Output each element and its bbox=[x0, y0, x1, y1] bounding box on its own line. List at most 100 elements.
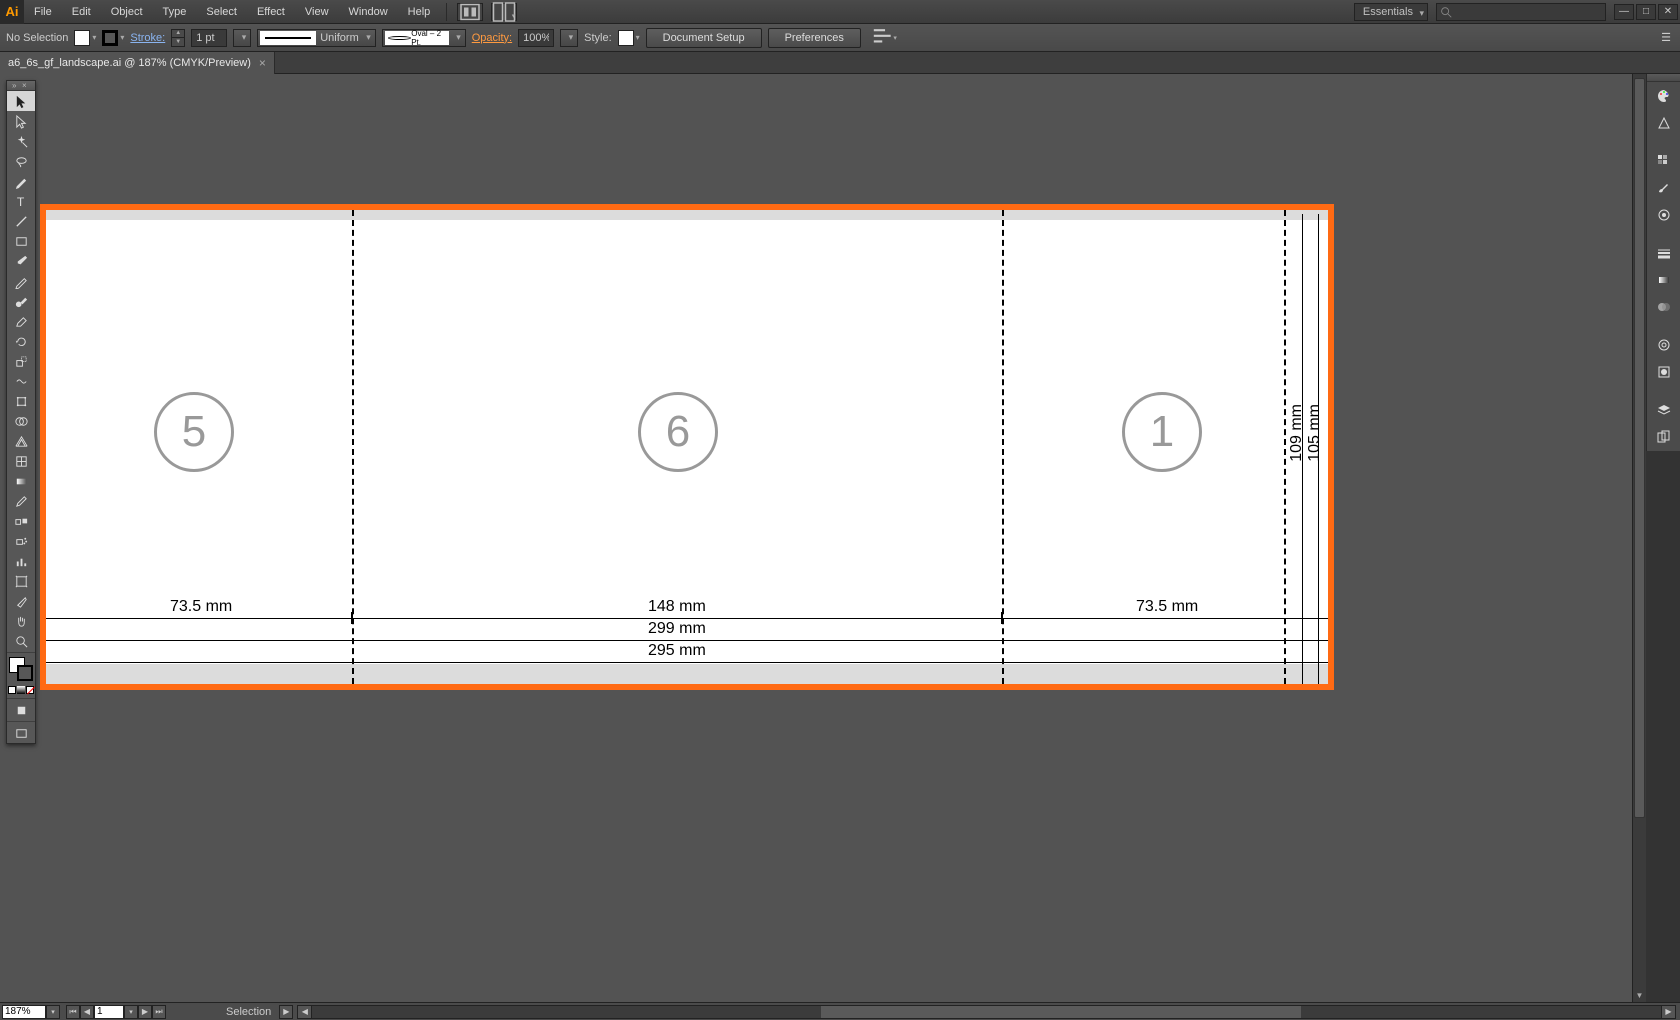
preferences-button[interactable]: Preferences bbox=[768, 28, 861, 48]
menu-effect[interactable]: Effect bbox=[247, 0, 295, 24]
stroke-spinner[interactable]: ▲▼ bbox=[171, 29, 185, 47]
menu-window[interactable]: Window bbox=[339, 0, 398, 24]
line-tool[interactable] bbox=[7, 211, 35, 231]
symbol-sprayer-tool[interactable] bbox=[7, 531, 35, 551]
rotate-tool[interactable] bbox=[7, 331, 35, 351]
menu-object[interactable]: Object bbox=[101, 0, 153, 24]
artboard-tool[interactable] bbox=[7, 571, 35, 591]
color-mode-icon[interactable] bbox=[7, 683, 16, 697]
align-icon[interactable]: ▾ bbox=[871, 29, 897, 47]
layers-panel-icon[interactable] bbox=[1648, 397, 1680, 423]
style-swatch[interactable] bbox=[618, 29, 640, 47]
control-menu-icon[interactable]: ☰ bbox=[1658, 30, 1674, 46]
menu-select[interactable]: Select bbox=[196, 0, 247, 24]
workspace-switcher[interactable]: Essentials bbox=[1354, 3, 1428, 21]
opacity-link[interactable]: Opacity: bbox=[472, 32, 512, 44]
gradient-tool[interactable] bbox=[7, 471, 35, 491]
scroll-down-icon[interactable]: ▼ bbox=[1633, 988, 1646, 1002]
lasso-tool[interactable] bbox=[7, 151, 35, 171]
tools-panel-grip[interactable]: »× bbox=[7, 81, 35, 91]
pencil-tool[interactable] bbox=[7, 271, 35, 291]
eyedropper-tool[interactable] bbox=[7, 491, 35, 511]
slice-tool[interactable] bbox=[7, 591, 35, 611]
opacity-dd[interactable] bbox=[560, 29, 578, 47]
search-input[interactable] bbox=[1436, 3, 1606, 21]
brush-dd[interactable]: Oval – 2 Pt. bbox=[382, 29, 466, 47]
fill-swatch[interactable] bbox=[74, 29, 96, 47]
menu-file[interactable]: File bbox=[24, 0, 62, 24]
stroke-indicator[interactable] bbox=[17, 665, 33, 681]
menu-help[interactable]: Help bbox=[398, 0, 441, 24]
status-menu-icon[interactable]: ▶ bbox=[279, 1005, 293, 1019]
scale-tool[interactable] bbox=[7, 351, 35, 371]
arrange-docs-icon[interactable]: ▾ bbox=[491, 3, 517, 21]
window-maximize-icon[interactable]: □ bbox=[1636, 4, 1656, 20]
paintbrush-tool[interactable] bbox=[7, 251, 35, 271]
none-mode-icon[interactable] bbox=[26, 683, 35, 697]
dock-grip[interactable] bbox=[1647, 74, 1680, 82]
blend-tool[interactable] bbox=[7, 511, 35, 531]
document-setup-button[interactable]: Document Setup bbox=[646, 28, 762, 48]
pen-tool[interactable] bbox=[7, 171, 35, 191]
bridge-icon[interactable] bbox=[457, 3, 483, 21]
opacity-input[interactable] bbox=[518, 29, 554, 47]
vertical-scrollbar[interactable]: ▲ ▼ bbox=[1632, 74, 1646, 1002]
perspective-grid-tool[interactable] bbox=[7, 431, 35, 451]
scroll-thumb[interactable] bbox=[1634, 78, 1645, 818]
zoom-input[interactable] bbox=[2, 1005, 46, 1019]
swatches-panel-icon[interactable] bbox=[1648, 148, 1680, 174]
zoom-tool[interactable] bbox=[7, 631, 35, 651]
document-tab[interactable]: a6_6s_gf_landscape.ai @ 187% (CMYK/Previ… bbox=[0, 52, 275, 74]
horizontal-scrollbar[interactable]: ◀ ▶ bbox=[297, 1005, 1676, 1019]
appearance-panel-icon[interactable] bbox=[1648, 332, 1680, 358]
first-artboard-icon[interactable]: ⏮ bbox=[66, 1005, 80, 1019]
artboards-panel-icon[interactable] bbox=[1648, 424, 1680, 450]
prev-artboard-icon[interactable]: ◀ bbox=[80, 1005, 94, 1019]
hand-tool[interactable] bbox=[7, 611, 35, 631]
stroke-panel-icon[interactable] bbox=[1648, 240, 1680, 266]
type-tool[interactable]: T bbox=[7, 191, 35, 211]
stroke-profile-dd[interactable]: Uniform bbox=[257, 29, 376, 47]
window-close-icon[interactable]: ✕ bbox=[1658, 4, 1678, 20]
symbols-panel-icon[interactable] bbox=[1648, 202, 1680, 228]
gradient-panel-icon[interactable] bbox=[1648, 267, 1680, 293]
menu-view[interactable]: View bbox=[295, 0, 339, 24]
brushes-panel-icon[interactable] bbox=[1648, 175, 1680, 201]
last-artboard-icon[interactable]: ⏭ bbox=[152, 1005, 166, 1019]
gradient-mode-icon[interactable] bbox=[16, 683, 25, 697]
direct-selection-tool[interactable] bbox=[7, 111, 35, 131]
close-tab-icon[interactable]: × bbox=[259, 56, 266, 70]
graphic-styles-panel-icon[interactable] bbox=[1648, 359, 1680, 385]
blob-brush-tool[interactable] bbox=[7, 291, 35, 311]
draw-mode-normal[interactable] bbox=[7, 700, 35, 720]
scroll-right-icon[interactable]: ▶ bbox=[1661, 1006, 1675, 1018]
screen-mode-button[interactable] bbox=[7, 723, 35, 743]
eraser-tool[interactable] bbox=[7, 311, 35, 331]
scroll-left-icon[interactable]: ◀ bbox=[298, 1006, 312, 1018]
transparency-panel-icon[interactable] bbox=[1648, 294, 1680, 320]
selection-tool[interactable] bbox=[7, 91, 35, 111]
menu-type[interactable]: Type bbox=[153, 0, 197, 24]
canvas-area[interactable]: 5 6 1 73.5 mm 148 mm 73.5 mm 299 mm 295 … bbox=[0, 74, 1646, 1002]
hscroll-thumb[interactable] bbox=[821, 1006, 1301, 1018]
menu-edit[interactable]: Edit bbox=[62, 0, 101, 24]
color-guide-panel-icon[interactable] bbox=[1648, 110, 1680, 136]
artboard-dropdown[interactable]: ▾ bbox=[124, 1005, 138, 1019]
shape-builder-tool[interactable] bbox=[7, 411, 35, 431]
width-tool[interactable] bbox=[7, 371, 35, 391]
stroke-size-input[interactable] bbox=[191, 29, 227, 47]
stroke-link[interactable]: Stroke: bbox=[130, 32, 165, 44]
zoom-dropdown[interactable]: ▾ bbox=[46, 1005, 60, 1019]
artboard-number-input[interactable] bbox=[94, 1005, 124, 1019]
magic-wand-tool[interactable] bbox=[7, 131, 35, 151]
stroke-size-dd[interactable] bbox=[233, 29, 251, 47]
free-transform-tool[interactable] bbox=[7, 391, 35, 411]
window-minimize-icon[interactable]: — bbox=[1614, 4, 1634, 20]
color-panel-icon[interactable] bbox=[1648, 83, 1680, 109]
fill-stroke-control[interactable] bbox=[7, 655, 35, 683]
stroke-swatch[interactable] bbox=[102, 29, 124, 47]
mesh-tool[interactable] bbox=[7, 451, 35, 471]
next-artboard-icon[interactable]: ▶ bbox=[138, 1005, 152, 1019]
rectangle-tool[interactable] bbox=[7, 231, 35, 251]
column-graph-tool[interactable] bbox=[7, 551, 35, 571]
